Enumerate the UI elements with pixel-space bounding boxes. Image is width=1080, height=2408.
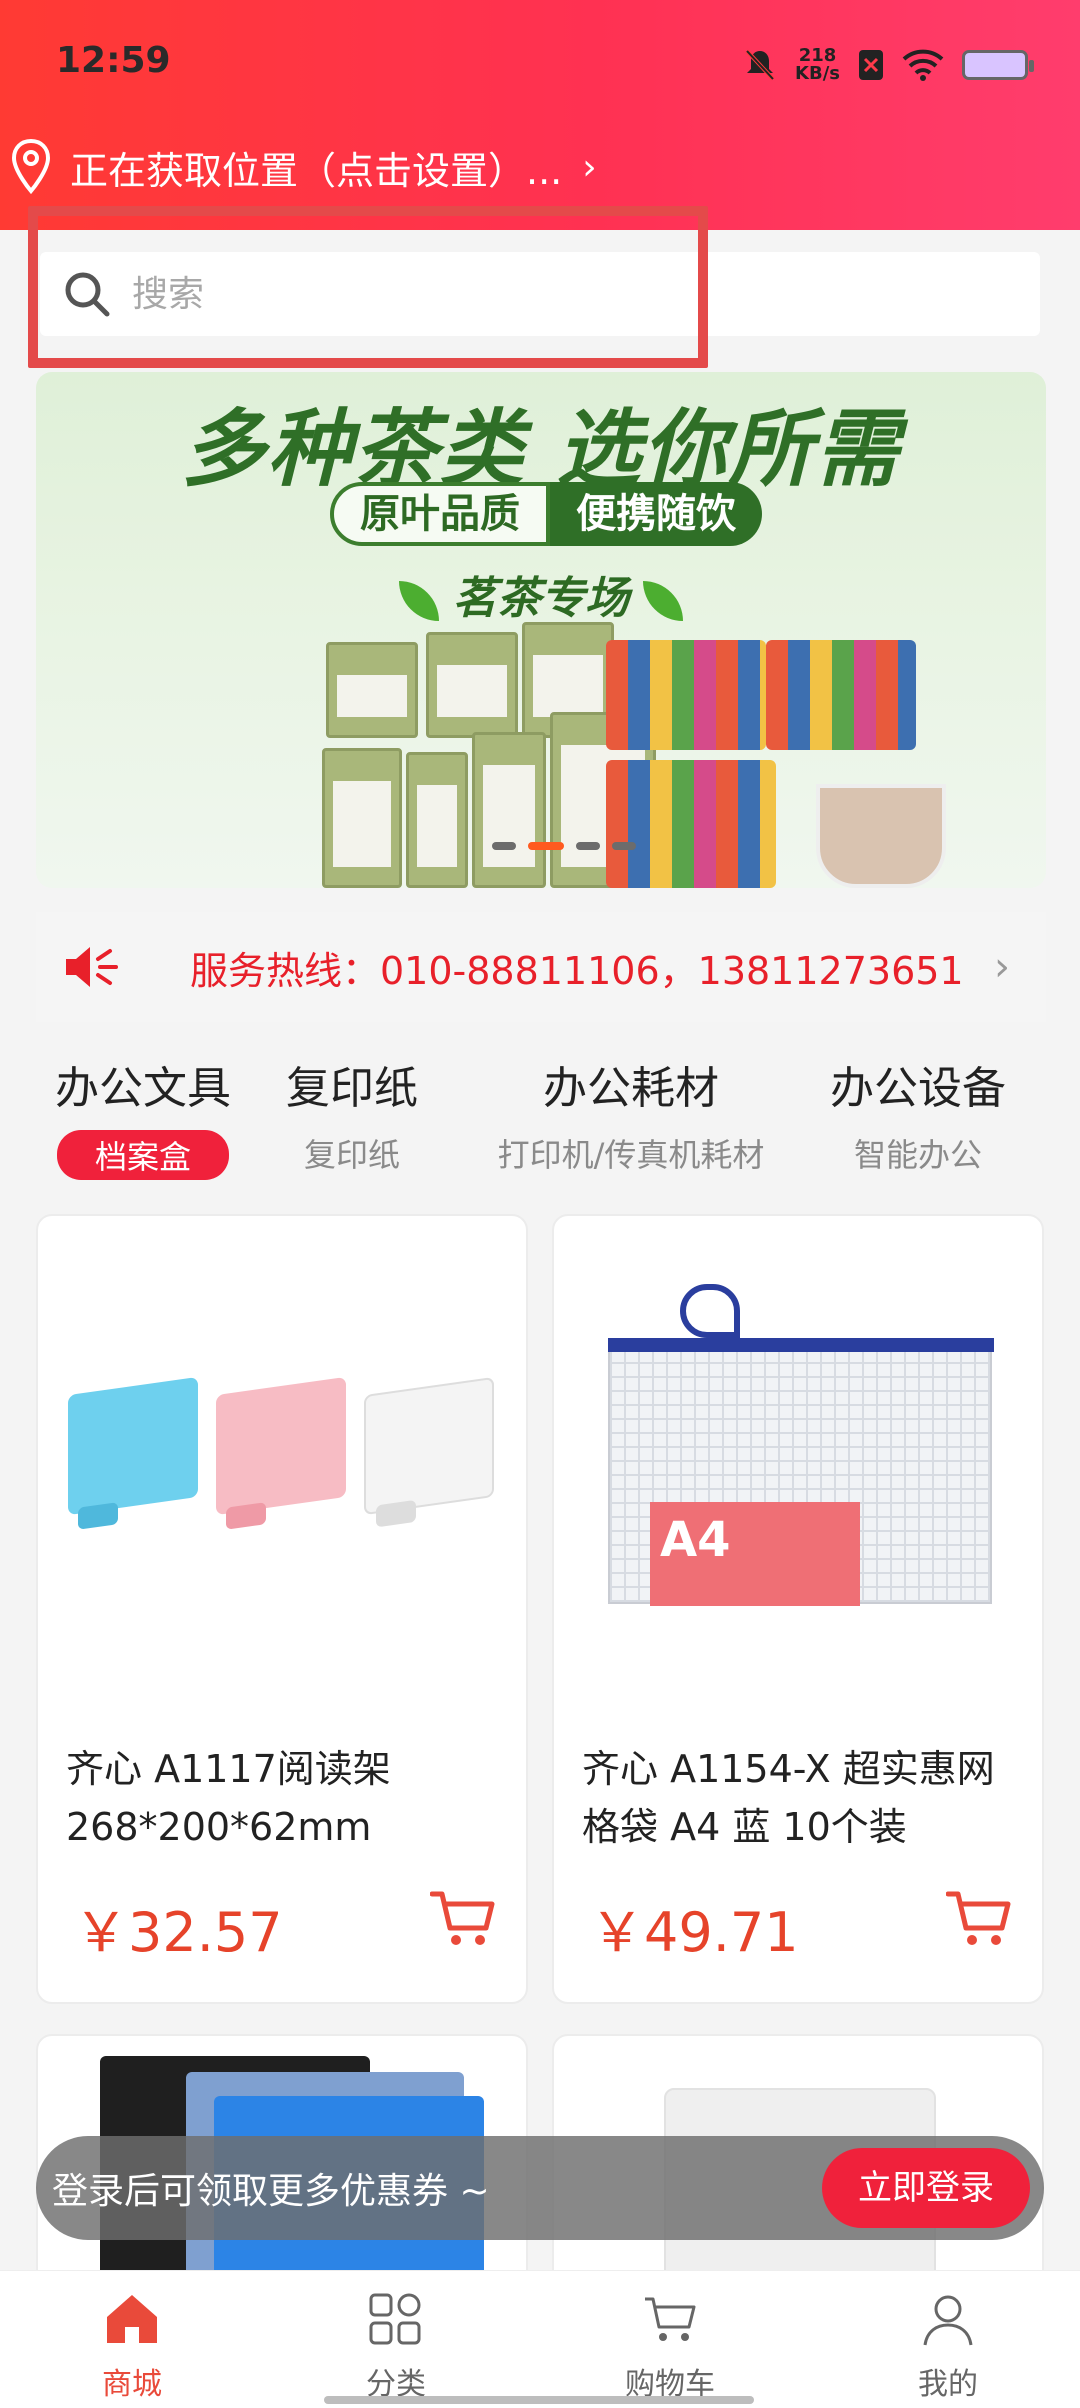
nav-item-mall[interactable]: 商城: [52, 2291, 212, 2403]
bottom-navigation: 商城 分类 购物车 我的: [0, 2270, 1080, 2408]
chevron-right-icon: ›: [582, 146, 597, 188]
tab-title: 复印纸: [286, 1063, 418, 1114]
bag-label: A4: [650, 1502, 860, 1606]
tab-office-stationery[interactable]: 办公文具 档案盒: [36, 1052, 250, 1180]
add-to-cart-icon[interactable]: [430, 1888, 496, 1948]
banner-dot[interactable]: [576, 842, 600, 850]
hotline-text: 服务热线：010-88811106，13811273651: [190, 948, 964, 993]
search-highlight-box: [28, 206, 708, 368]
category-grid-icon: [369, 2293, 421, 2345]
bag-zipper-pull: [680, 1284, 740, 1338]
status-bar: 12:59 218 KB/s: [0, 0, 1080, 120]
cart-icon: [645, 2297, 696, 2341]
tab-title: 办公设备: [830, 1063, 1006, 1114]
product-name-line1: 齐心 A1117阅读架: [66, 1747, 391, 1791]
nav-label: 商城: [102, 2367, 162, 2402]
product-card[interactable]: 齐心 A1117阅读架 268*200*62mm ￥32.57: [36, 1214, 528, 2004]
product-card[interactable]: A4 齐心 A1154-X 超实惠网 格袋 A4 蓝 10个装 ￥49.71: [552, 1214, 1044, 2004]
leaf-icon: [643, 581, 683, 621]
banner-pill-left: 原叶品质: [330, 482, 550, 546]
tab-office-supplies[interactable]: 办公耗材 打印机/传真机耗材: [486, 1052, 776, 1176]
tab-office-equipment[interactable]: 办公设备 智能办公: [820, 1052, 1016, 1176]
banner-dot[interactable]: [612, 842, 636, 850]
tab-subtitle: 智能办公: [853, 1136, 982, 1174]
profile-icon: [923, 2295, 973, 2346]
banner-pagination: [492, 842, 636, 850]
category-tabs: 办公文具 档案盒 复印纸 复印纸 办公耗材 打印机/传真机耗材 办公设备 智能办…: [0, 1052, 1080, 1182]
battery-icon: [962, 50, 1034, 80]
mute-bell-icon: [745, 49, 775, 81]
tab-title: 办公耗材: [543, 1063, 719, 1114]
nav-label: 我的: [918, 2367, 978, 2402]
bag-zipper: [608, 1338, 994, 1352]
net-speed-unit: KB/s: [795, 63, 840, 84]
login-now-button[interactable]: 立即登录: [822, 2148, 1030, 2228]
leaf-icon: [399, 581, 439, 621]
product-price: ￥49.71: [590, 1901, 799, 1964]
location-selector[interactable]: 正在获取位置（点击设置）... ›: [0, 132, 597, 202]
status-icons: 218 KB/s: [743, 40, 1034, 90]
home-indicator[interactable]: [324, 2396, 754, 2404]
tab-copy-paper[interactable]: 复印纸 复印纸: [262, 1052, 442, 1176]
banner-pills: 原叶品质 便携随饮: [330, 482, 762, 546]
banner-subtitle-row: 茗茶专场: [36, 562, 1046, 626]
nav-item-profile[interactable]: 我的: [868, 2291, 1028, 2403]
service-hotline[interactable]: 服务热线：010-88811106，13811273651 ›: [36, 912, 1046, 1022]
milk-tea-cup-image: [816, 784, 946, 888]
net-speed: 218 KB/s: [795, 47, 840, 83]
product-name-line1: 齐心 A1154-X 超实惠网: [582, 1747, 995, 1791]
location-pin-icon: [11, 138, 51, 195]
product-price: ￥32.57: [74, 1901, 283, 1964]
tab-subtitle: 档案盒: [56, 1130, 229, 1180]
tab-subtitle: 打印机/传真机耗材: [497, 1136, 765, 1174]
login-promo-message: 登录后可领取更多优惠券 ~: [52, 2171, 490, 2212]
login-promo-bar: 登录后可领取更多优惠券 ~ 立即登录: [36, 2136, 1044, 2240]
location-text: 正在获取位置（点击设置）...: [70, 148, 563, 193]
banner-dot-active[interactable]: [528, 842, 564, 850]
app-screen: 12:59 218 KB/s 正在获取位置（点击设置）... › 搜索 多种茶类…: [0, 0, 1080, 2408]
speaker-icon: [66, 947, 118, 987]
banner-pill-right: 便携随饮: [550, 482, 762, 546]
wifi-icon: [902, 49, 944, 81]
home-icon: [107, 2295, 157, 2343]
add-to-cart-icon[interactable]: [946, 1888, 1012, 1948]
tab-subtitle: 复印纸: [303, 1136, 400, 1174]
no-sim-icon: [859, 50, 883, 80]
nav-item-category[interactable]: 分类: [316, 2291, 476, 2403]
product-image-mesh-bag: A4: [608, 1284, 994, 1606]
product-name-line2: 268*200*62mm: [66, 1805, 372, 1849]
banner-dot[interactable]: [492, 842, 516, 850]
chevron-right-icon: ›: [994, 944, 1010, 990]
status-time: 12:59: [56, 40, 171, 81]
banner-subtitle: 茗茶专场: [453, 573, 629, 624]
product-name-line2: 格袋 A4 蓝 10个装: [582, 1805, 907, 1849]
nav-item-cart[interactable]: 购物车: [590, 2291, 750, 2403]
promo-banner[interactable]: 多种茶类 选你所需 原叶品质 便携随饮 茗茶专场: [36, 372, 1046, 888]
tab-title: 办公文具: [55, 1063, 231, 1114]
